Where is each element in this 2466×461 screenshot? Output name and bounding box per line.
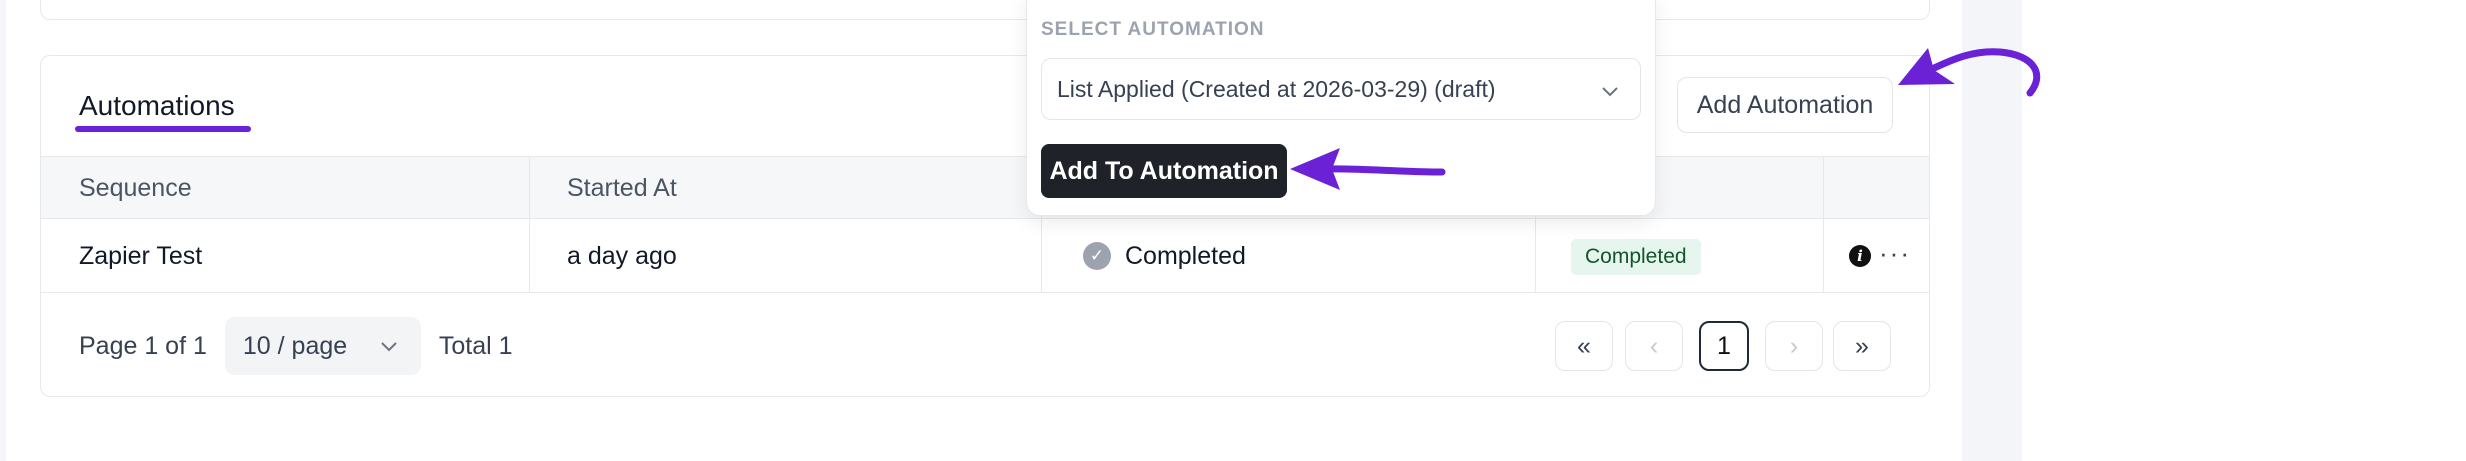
last-page-button[interactable]: » — [1833, 321, 1891, 371]
page-info: Page 1 of 1 — [79, 331, 207, 360]
select-automation-popover: SELECT AUTOMATION List Applied (Created … — [1026, 0, 1656, 216]
check-circle-icon: ✓ — [1083, 242, 1111, 270]
add-automation-button[interactable]: Add Automation — [1677, 77, 1893, 133]
automation-select-value: List Applied (Created at 2026-03-29) (dr… — [1057, 75, 1496, 102]
pagination-info: Page 1 of 1 10 / page Total 1 — [79, 317, 513, 375]
status-cell: ✓ Completed — [1041, 219, 1246, 293]
total-count: Total 1 — [438, 331, 513, 360]
column-divider — [1823, 157, 1824, 220]
started-at-cell: a day ago — [567, 242, 677, 270]
more-icon[interactable]: ··· — [1879, 238, 1911, 269]
page-size-value: 10 / page — [242, 331, 348, 360]
side-panel-background — [1962, 0, 2022, 461]
prev-page-button[interactable]: ‹ — [1625, 321, 1683, 371]
popover-label: SELECT AUTOMATION — [1041, 19, 1265, 40]
status-badge: Completed — [1571, 239, 1701, 275]
table-row[interactable]: Zapier Test a day ago ✓ Completed Comple… — [41, 219, 1929, 293]
last-page-icon: » — [1855, 331, 1869, 360]
column-divider — [1535, 219, 1536, 293]
page-edge — [0, 0, 6, 461]
next-page-button[interactable]: › — [1765, 321, 1823, 371]
column-divider — [1823, 219, 1824, 293]
sequence-cell: Zapier Test — [79, 242, 203, 270]
status-text: Completed — [1125, 241, 1246, 270]
chevron-down-icon — [1602, 87, 1618, 97]
prev-page-icon: ‹ — [1649, 331, 1659, 360]
add-to-automation-button[interactable]: Add To Automation — [1041, 144, 1287, 198]
next-page-icon: › — [1789, 331, 1799, 360]
column-header-sequence[interactable]: Sequence — [41, 157, 192, 220]
page-size-select[interactable]: 10 / page — [224, 317, 421, 375]
info-icon[interactable]: i — [1849, 245, 1871, 267]
first-page-button[interactable]: « — [1555, 321, 1613, 371]
automation-select[interactable]: List Applied (Created at 2026-03-29) (dr… — [1041, 58, 1641, 120]
chevron-down-icon — [381, 342, 397, 352]
first-page-icon: « — [1577, 331, 1591, 360]
column-header-started-at[interactable]: Started At — [529, 157, 677, 220]
card-title: Automations — [79, 90, 235, 121]
title-underline-annotation — [75, 126, 251, 132]
page-1-button[interactable]: 1 — [1699, 321, 1749, 371]
